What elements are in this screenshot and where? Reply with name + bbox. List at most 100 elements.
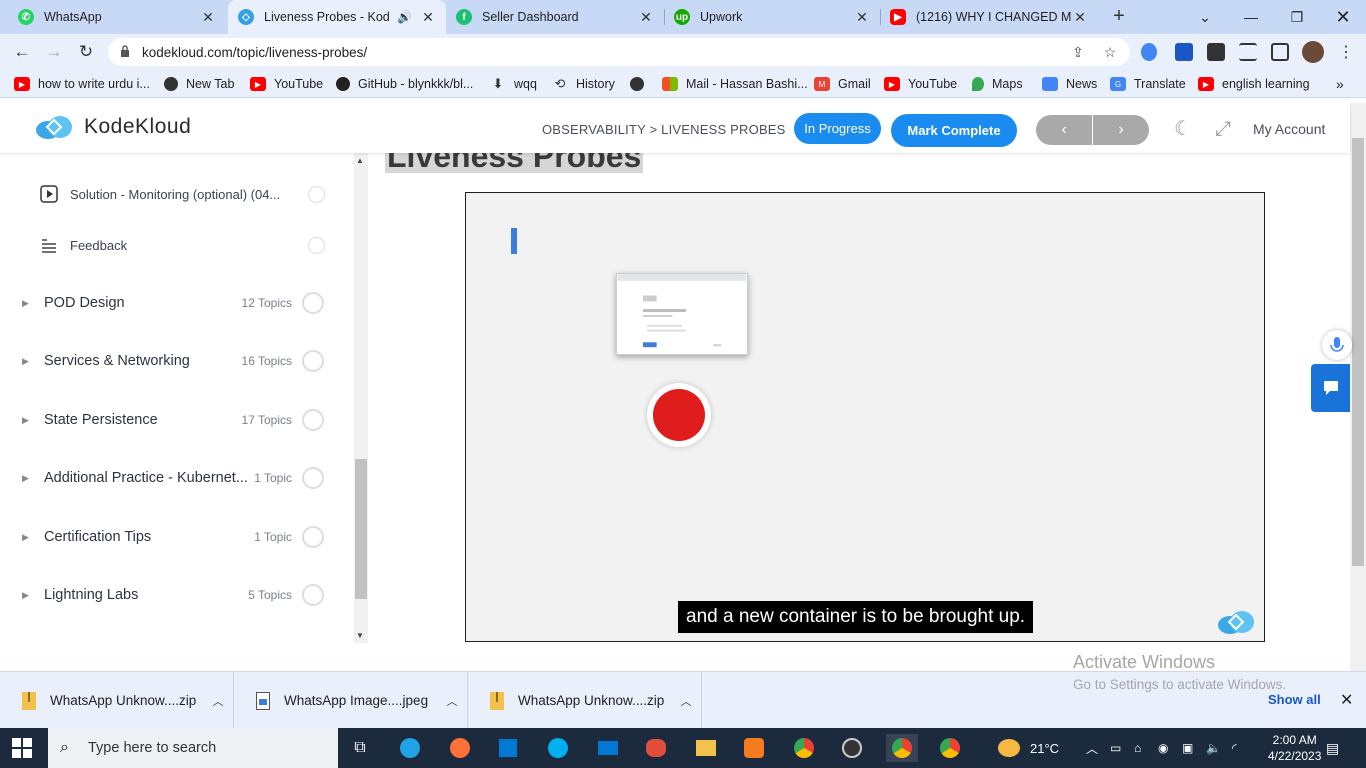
mark-complete-button[interactable]: Mark Complete — [891, 114, 1017, 147]
completion-circle[interactable] — [302, 409, 324, 431]
media-control-icon[interactable] — [1239, 43, 1257, 61]
share-icon[interactable]: ⇪ — [1070, 44, 1086, 60]
dark-mode-icon[interactable]: ☾ — [1171, 117, 1195, 141]
download-extension-icon[interactable] — [1175, 43, 1193, 61]
new-tab-button[interactable]: + — [1108, 6, 1130, 28]
app-orange-icon[interactable] — [740, 734, 768, 762]
audio-icon[interactable]: 🔊 — [397, 10, 412, 24]
bookmarks-overflow-chevron-icon[interactable]: » — [1336, 75, 1344, 93]
lesson-item[interactable]: Feedback — [40, 233, 325, 257]
show-all-downloads-link[interactable]: Show all — [1268, 692, 1321, 707]
completion-circle[interactable] — [302, 526, 324, 548]
clock[interactable]: 2:00 AM 4/22/2023 — [1268, 732, 1321, 764]
chevron-up-icon[interactable]: ︿ — [671, 693, 701, 709]
restore-button[interactable]: ❐ — [1274, 0, 1320, 34]
close-icon[interactable]: ✕ — [854, 9, 870, 26]
section-pod-design[interactable]: ▶ POD Design 12 Topics — [22, 290, 324, 316]
section-lightning-labs[interactable]: ▶ Lightning Labs 5 Topics — [22, 582, 324, 608]
close-icon[interactable]: ✕ — [638, 9, 654, 26]
section-certification-tips[interactable]: ▶ Certification Tips 1 Topic — [22, 524, 324, 550]
in-progress-button[interactable]: In Progress — [794, 113, 881, 144]
bookmark-item[interactable]: G Translate — [1110, 75, 1186, 93]
bookmark-item[interactable]: ▶ how to write urdu i... — [14, 75, 150, 93]
avatar[interactable] — [1302, 41, 1324, 63]
mic-extension-icon[interactable] — [1141, 43, 1157, 61]
show-hidden-icons-chevron-icon[interactable]: ︿ — [1086, 728, 1098, 768]
chrome-profile-icon[interactable] — [886, 734, 918, 762]
firefox-icon[interactable] — [446, 734, 474, 762]
wifi-icon[interactable]: ◜ — [1232, 728, 1237, 768]
tab-whatsapp[interactable]: ✆ WhatsApp ✕ — [8, 0, 226, 34]
bookmark-item[interactable] — [630, 75, 652, 93]
download-item[interactable]: WhatsApp Image....jpeg ︿ — [234, 672, 468, 729]
chat-widget-button[interactable] — [1311, 364, 1350, 412]
page-scrollbar-thumb[interactable] — [1352, 138, 1364, 566]
app-red-icon[interactable] — [642, 734, 670, 762]
bookmark-item[interactable]: ▶ english learning — [1198, 75, 1310, 93]
video-player[interactable]: and a new container is to be brought up. — [465, 192, 1265, 642]
previous-lesson-button[interactable]: ‹ — [1036, 115, 1092, 145]
close-icon[interactable]: ✕ — [420, 9, 436, 26]
completion-circle[interactable] — [308, 185, 325, 203]
close-icon[interactable]: ✕ — [1072, 9, 1088, 26]
section-services-networking[interactable]: ▶ Services & Networking 16 Topics — [22, 348, 324, 374]
bookmark-item[interactable]: Mail - Hassan Bashi... — [662, 75, 808, 93]
completion-circle[interactable] — [302, 467, 324, 489]
close-icon[interactable]: ✕ — [200, 9, 216, 26]
file-explorer-icon[interactable] — [692, 734, 720, 762]
lesson-item[interactable]: Solution - Monitoring (optional) (04... — [40, 182, 325, 206]
tab-kodekloud[interactable]: ◇ Liveness Probes - KodeKloud 🔊 ✕ — [228, 0, 446, 34]
completion-circle[interactable] — [308, 236, 325, 254]
fullscreen-icon[interactable]: ⤢ — [1211, 117, 1235, 141]
download-item[interactable]: WhatsApp Unknow....zip ︿ — [0, 672, 234, 729]
chrome-profile-h-icon[interactable] — [936, 734, 964, 762]
next-lesson-button[interactable]: › — [1093, 115, 1149, 145]
chrome-icon[interactable] — [790, 734, 818, 762]
forward-button[interactable]: → — [42, 40, 66, 64]
camera-icon[interactable]: ◉ — [1158, 728, 1168, 768]
download-item[interactable]: WhatsApp Unknow....zip ︿ — [468, 672, 702, 729]
bookmark-item[interactable]: M Gmail — [814, 75, 871, 93]
extensions-puzzle-icon[interactable] — [1207, 43, 1225, 61]
bookmark-item[interactable]: ▶ YouTube — [250, 75, 323, 93]
volume-icon[interactable]: 🔈 — [1206, 728, 1221, 768]
tab-search-chevron-icon[interactable]: ⌄ — [1182, 0, 1228, 34]
tab-youtube[interactable]: ▶ (1216) WHY I CHANGED MY ✕ — [880, 0, 1098, 34]
chevron-up-icon[interactable]: ︿ — [437, 693, 467, 709]
close-downloads-icon[interactable]: ✕ — [1340, 690, 1353, 710]
completion-circle[interactable] — [302, 584, 324, 606]
battery-icon[interactable]: ▭ — [1110, 728, 1121, 768]
network-icon[interactable]: ⌂ — [1134, 728, 1141, 768]
bookmark-item[interactable]: News — [1042, 75, 1097, 93]
bookmark-item[interactable]: ▶ YouTube — [884, 75, 957, 93]
tab-seller-dashboard[interactable]: f Seller Dashboard ✕ — [446, 0, 664, 34]
my-account-link[interactable]: My Account — [1253, 121, 1325, 137]
side-panel-icon[interactable] — [1271, 43, 1289, 61]
sidebar-scrollbar-thumb[interactable] — [355, 459, 367, 599]
bookmark-star-icon[interactable]: ☆ — [1102, 44, 1118, 60]
notifications-icon[interactable]: ▤ — [1326, 728, 1339, 768]
store-icon[interactable] — [494, 734, 522, 762]
tab-upwork[interactable]: up Upwork ✕ — [664, 0, 880, 34]
menu-kebab-icon[interactable]: ⋮ — [1334, 40, 1358, 64]
display-icon[interactable]: ▣ — [1182, 728, 1193, 768]
windows-start-icon[interactable] — [12, 738, 32, 758]
mail-icon[interactable] — [594, 734, 622, 762]
back-button[interactable]: ← — [10, 40, 34, 64]
section-state-persistence[interactable]: ▶ State Persistence 17 Topics — [22, 407, 324, 433]
skype-icon[interactable] — [544, 734, 572, 762]
voice-assistant-icon[interactable] — [1322, 330, 1352, 360]
minimize-button[interactable]: — — [1228, 0, 1274, 34]
bookmark-item[interactable]: ⟲ History — [552, 75, 615, 93]
completion-circle[interactable] — [302, 350, 324, 372]
scroll-up-arrow-icon[interactable]: ▲ — [356, 156, 364, 165]
reload-button[interactable]: ↻ — [74, 40, 98, 64]
bookmark-item[interactable]: GitHub - blynkkk/bl... — [336, 75, 473, 93]
bookmark-item[interactable]: New Tab — [164, 75, 234, 93]
scroll-down-arrow-icon[interactable]: ▼ — [356, 631, 364, 640]
edge-icon[interactable] — [396, 734, 424, 762]
bookmark-item[interactable]: ⬇ wqq — [490, 75, 537, 93]
kodekloud-logo[interactable]: KodeKloud — [34, 113, 191, 141]
app-dark-icon[interactable] — [838, 734, 866, 762]
bookmark-item[interactable]: Maps — [972, 75, 1023, 93]
